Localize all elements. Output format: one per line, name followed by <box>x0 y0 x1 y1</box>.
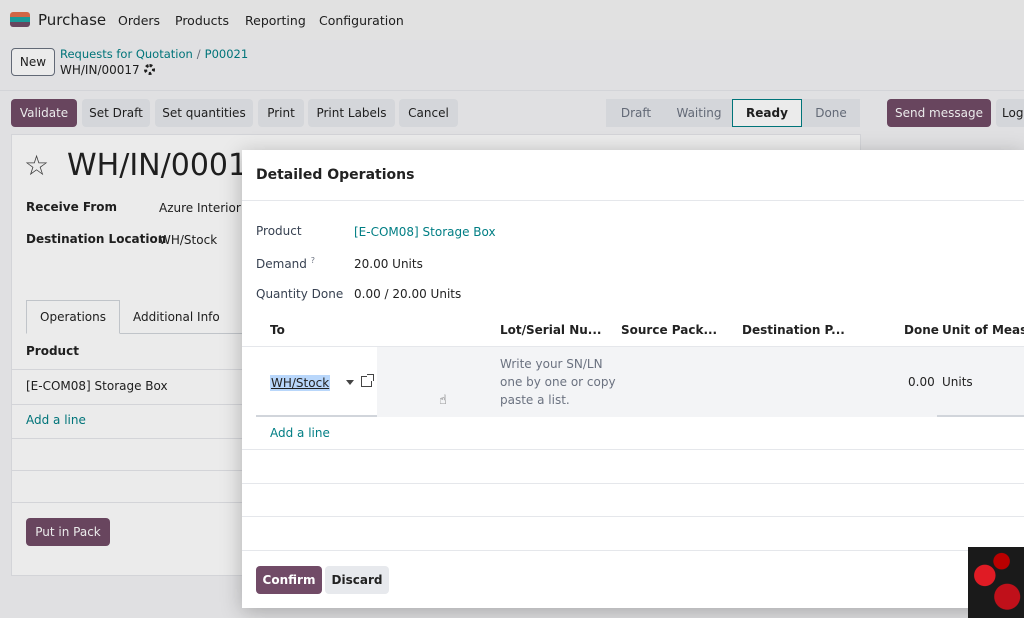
row-divider <box>242 516 1024 517</box>
quantity-done-label: Quantity Done <box>256 287 344 301</box>
row-divider <box>242 449 1024 450</box>
dialog-header-divider <box>242 200 1024 201</box>
demand-value: 20.00 Units <box>354 257 423 271</box>
webcam-thumbnail <box>968 547 1024 618</box>
column-to[interactable]: To <box>270 323 285 337</box>
unit-of-measure-field[interactable]: Units <box>942 375 973 389</box>
uom-field-underline <box>937 415 1024 417</box>
row-divider <box>242 483 1024 484</box>
to-location-input[interactable]: WH/Stock <box>270 375 331 391</box>
quantity-done-value: 0.00 / 20.00 Units <box>354 287 462 301</box>
demand-label-text: Demand <box>256 257 307 271</box>
lot-serial-input[interactable]: Write your SN/LN one by one or copy past… <box>500 355 620 409</box>
chevron-down-icon[interactable] <box>346 380 354 385</box>
column-unit-of-measure[interactable]: Unit of Meas... <box>942 323 1024 337</box>
add-line-link[interactable]: Add a line <box>270 426 330 440</box>
demand-label: Demand ? <box>256 256 315 271</box>
done-quantity-input[interactable]: 0.00 <box>908 375 935 389</box>
column-lot-serial[interactable]: Lot/Serial Nu... <box>500 323 601 337</box>
help-icon[interactable]: ? <box>311 256 315 265</box>
column-destination-package[interactable]: Destination P... <box>742 323 845 337</box>
column-done[interactable]: Done <box>904 323 939 337</box>
product-label: Product <box>256 224 302 238</box>
column-source-package[interactable]: Source Pack... <box>621 323 717 337</box>
dialog-footer-divider <box>242 550 1024 551</box>
dialog-title: Detailed Operations <box>256 167 415 183</box>
product-link[interactable]: [E-COM08] Storage Box <box>354 225 496 239</box>
detailed-operations-dialog: Detailed Operations Product [E-COM08] St… <box>242 150 1024 608</box>
confirm-button[interactable]: Confirm <box>256 566 322 594</box>
mouse-cursor-icon: ☝ <box>439 393 447 408</box>
external-link-icon[interactable] <box>361 374 374 387</box>
discard-button[interactable]: Discard <box>325 566 389 594</box>
